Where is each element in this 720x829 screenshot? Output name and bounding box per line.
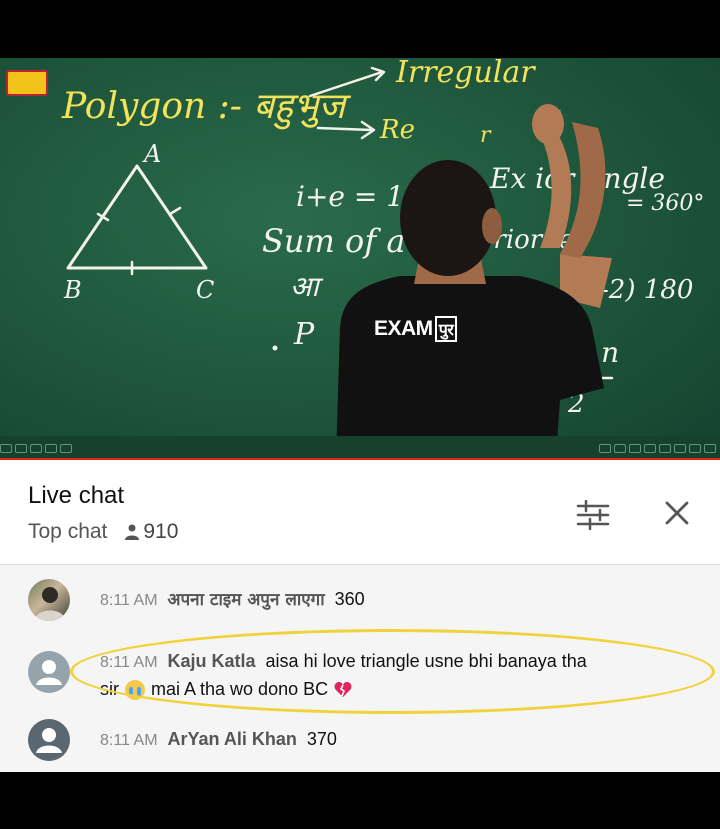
board-r-text: r (480, 123, 492, 148)
bottom-letterbox (0, 772, 720, 829)
message-author[interactable]: ArYan Ali Khan (168, 729, 297, 749)
board-360-text: = 360° (626, 191, 704, 216)
broken-heart-icon (334, 681, 352, 697)
chalkboard: Polygon :- बहुभुज Irregular Re r A B C i… (0, 58, 720, 458)
message-text: 370 (306, 729, 337, 749)
board-n-minus-2-text: -2) 180 (600, 275, 693, 305)
board-ie-text: i+e = 1 (296, 180, 404, 213)
avatar-photo-icon (34, 587, 66, 621)
chat-title: Live chat (28, 482, 125, 509)
message-time: 8:11 AM (100, 592, 158, 609)
message-author[interactable]: अपना टाइम अपुन लाएगा (168, 590, 325, 610)
brand-box-text: पुर (434, 316, 458, 342)
message-time: 8:11 AM (100, 732, 158, 749)
avatar[interactable] (28, 579, 70, 621)
default-avatar-icon (36, 660, 62, 685)
message-author[interactable]: Kaju Katla (168, 651, 256, 671)
board-polygon-text: Polygon :- बहुभुज (61, 86, 351, 130)
vertex-a-label: A (142, 140, 161, 168)
shirt-brand: EXAM पुर (374, 316, 458, 342)
message-text-cont-2: mai A tha wo dono BC (151, 679, 329, 699)
chat-mode-label[interactable]: Top chat (28, 520, 107, 544)
message-text: 360 (334, 589, 365, 609)
avatar[interactable] (28, 719, 70, 761)
crying-face-icon (125, 679, 145, 700)
vertex-c-label: C (196, 276, 214, 304)
message-text-cont-1: sir (100, 679, 119, 699)
viewer-count-value: 910 (143, 520, 179, 543)
board-irregular-text: Irregular (395, 58, 536, 90)
player-controls-right[interactable] (599, 444, 716, 454)
board-pa-text: P (293, 317, 315, 352)
default-avatar-icon (36, 728, 62, 753)
avatar[interactable] (28, 651, 70, 693)
filter-icon[interactable] (576, 500, 610, 530)
message-time: 8:11 AM (100, 654, 158, 671)
board-sum-text: Sum of a (262, 222, 405, 260)
chat-header: Live chat Top chat 910 (0, 458, 720, 564)
close-icon[interactable] (660, 496, 694, 530)
chat-mode-selector[interactable]: Top chat 910 (28, 520, 178, 544)
board-regular-text: Re (379, 115, 415, 145)
message-text: aisa hi love triangle usne bhi banaya th… (265, 651, 587, 671)
chat-messages[interactable]: 8:11 AM अपना टाइम अपुन लाएगा 360 8:11 AM Ka… (0, 564, 720, 772)
player-controls-left[interactable] (0, 444, 72, 454)
video-player[interactable]: Polygon :- बहुभुज Irregular Re r A B C i… (0, 58, 720, 458)
person-icon (125, 524, 140, 540)
brand-text: EXAM (374, 317, 433, 340)
message-body: 8:11 AM अपना टाइम अपुन लाएगा 360 (100, 585, 700, 615)
message-body: 8:11 AM Kaju Katla aisa hi love triangle u… (100, 647, 700, 677)
viewer-count: 910 (125, 520, 178, 544)
message-body: 8:11 AM ArYan Ali Khan 370 (100, 725, 700, 755)
channel-logo (6, 70, 48, 96)
vertex-b-label: B (63, 276, 82, 304)
message-continuation: sir mai A tha wo dono BC (100, 679, 352, 700)
